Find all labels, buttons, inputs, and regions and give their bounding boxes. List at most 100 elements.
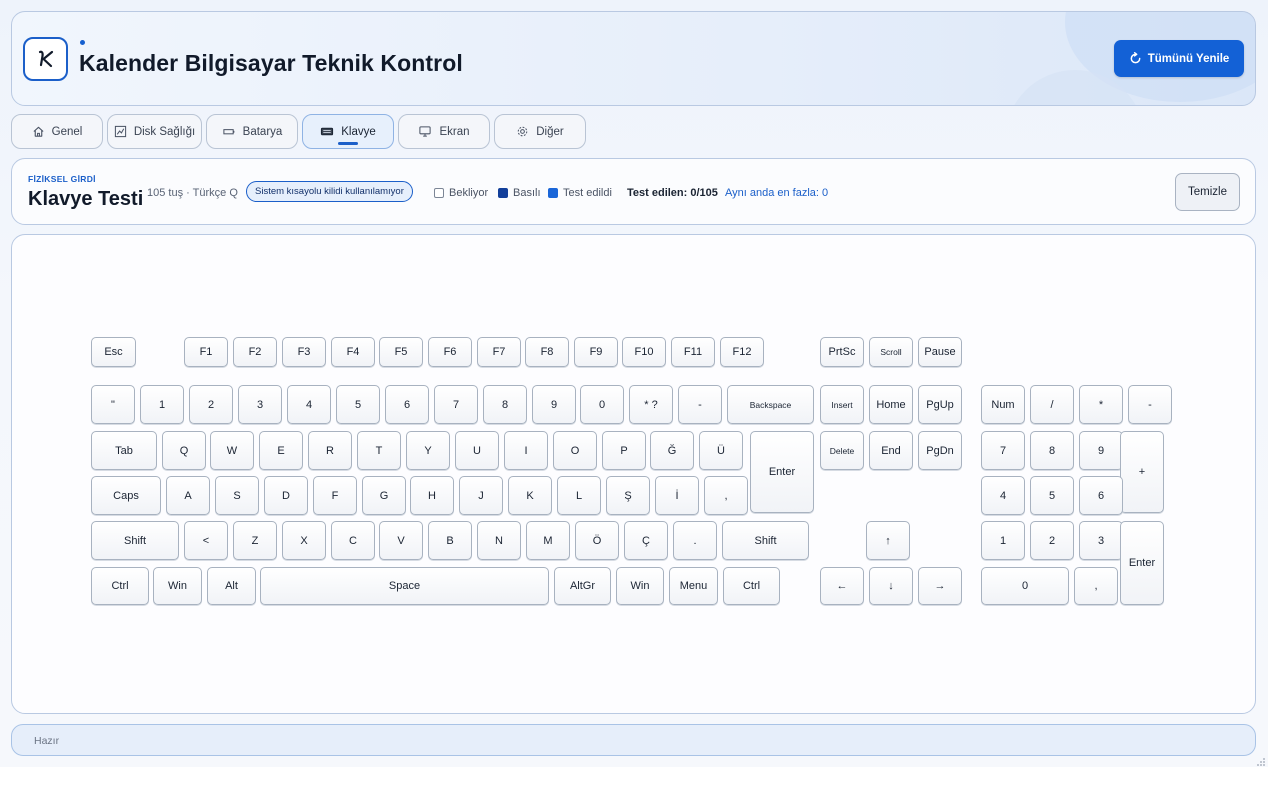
key-s-cedilla[interactable]: Ş <box>606 476 650 515</box>
key-caps[interactable]: Caps <box>91 476 161 515</box>
key-enter[interactable]: Enter <box>750 431 814 513</box>
key-e[interactable]: E <box>259 431 303 470</box>
key-delete[interactable]: Delete <box>820 431 864 470</box>
key-f4[interactable]: F4 <box>331 337 375 367</box>
key-altgr[interactable]: AltGr <box>554 567 611 605</box>
key-numpad-enter[interactable]: Enter <box>1120 521 1164 605</box>
key-w[interactable]: W <box>210 431 254 470</box>
key-v[interactable]: V <box>379 521 423 560</box>
key-n[interactable]: N <box>477 521 521 560</box>
key-t[interactable]: T <box>357 431 401 470</box>
key-4[interactable]: 4 <box>287 385 331 424</box>
tab-disk[interactable]: Disk Sağlığı <box>107 114 202 149</box>
key-less-than[interactable]: < <box>184 521 228 560</box>
key-numpad-subtract[interactable]: - <box>1128 385 1172 424</box>
key-esc[interactable]: Esc <box>91 337 136 367</box>
key-comma[interactable]: , <box>704 476 748 515</box>
tab-batarya[interactable]: Batarya <box>206 114 298 149</box>
key-arrow-left[interactable]: ← <box>820 567 864 605</box>
key-0[interactable]: 0 <box>580 385 624 424</box>
key-h[interactable]: H <box>410 476 454 515</box>
key-numpad-7[interactable]: 7 <box>981 431 1025 470</box>
key-numpad-9[interactable]: 9 <box>1079 431 1123 470</box>
key-s[interactable]: S <box>215 476 259 515</box>
key-arrow-up[interactable]: ↑ <box>866 521 910 560</box>
key-f12[interactable]: F12 <box>720 337 764 367</box>
key-6[interactable]: 6 <box>385 385 429 424</box>
tab-genel[interactable]: Genel <box>11 114 103 149</box>
key-right-ctrl[interactable]: Ctrl <box>723 567 780 605</box>
key-left-win[interactable]: Win <box>153 567 202 605</box>
key-menu[interactable]: Menu <box>669 567 718 605</box>
key-numpad-multiply[interactable]: * <box>1079 385 1123 424</box>
key-backspace[interactable]: Backspace <box>727 385 814 424</box>
key-numpad-6[interactable]: 6 <box>1079 476 1123 515</box>
key-arrow-right[interactable]: → <box>918 567 962 605</box>
key-alt[interactable]: Alt <box>207 567 256 605</box>
key-5[interactable]: 5 <box>336 385 380 424</box>
key-numpad-divide[interactable]: / <box>1030 385 1074 424</box>
key-1[interactable]: 1 <box>140 385 184 424</box>
key-left-shift[interactable]: Shift <box>91 521 179 560</box>
key-tab[interactable]: Tab <box>91 431 157 470</box>
key-8[interactable]: 8 <box>483 385 527 424</box>
key-numpad-add[interactable]: + <box>1120 431 1164 513</box>
key-m[interactable]: M <box>526 521 570 560</box>
key-numpad-5[interactable]: 5 <box>1030 476 1074 515</box>
key-a[interactable]: A <box>166 476 210 515</box>
key-o-umlaut[interactable]: Ö <box>575 521 619 560</box>
key-p[interactable]: P <box>602 431 646 470</box>
key-o[interactable]: O <box>553 431 597 470</box>
key-z[interactable]: Z <box>233 521 277 560</box>
key-x[interactable]: X <box>282 521 326 560</box>
key-numpad-decimal[interactable]: , <box>1074 567 1118 605</box>
key-i-dot[interactable]: İ <box>655 476 699 515</box>
key-9[interactable]: 9 <box>532 385 576 424</box>
key-numpad-0[interactable]: 0 <box>981 567 1069 605</box>
key-f5[interactable]: F5 <box>379 337 423 367</box>
key-period[interactable]: . <box>673 521 717 560</box>
resize-grip-icon[interactable] <box>1256 757 1266 767</box>
key-f9[interactable]: F9 <box>574 337 618 367</box>
key-u[interactable]: U <box>455 431 499 470</box>
key-quote[interactable]: " <box>91 385 135 424</box>
clear-button[interactable]: Temizle <box>1175 173 1240 211</box>
key-numpad-8[interactable]: 8 <box>1030 431 1074 470</box>
tab-klavye[interactable]: Klavye <box>302 114 394 149</box>
key-c[interactable]: C <box>331 521 375 560</box>
key-u-umlaut[interactable]: Ü <box>699 431 743 470</box>
key-end[interactable]: End <box>869 431 913 470</box>
key-right-shift[interactable]: Shift <box>722 521 809 560</box>
key-f7[interactable]: F7 <box>477 337 521 367</box>
key-scroll[interactable]: Scroll <box>869 337 913 367</box>
key-f[interactable]: F <box>313 476 357 515</box>
key-prtsc[interactable]: PrtSc <box>820 337 864 367</box>
key-f1[interactable]: F1 <box>184 337 228 367</box>
key-numpad-3[interactable]: 3 <box>1079 521 1123 560</box>
key-d[interactable]: D <box>264 476 308 515</box>
key-f11[interactable]: F11 <box>671 337 715 367</box>
key-numpad-4[interactable]: 4 <box>981 476 1025 515</box>
key-numpad-1[interactable]: 1 <box>981 521 1025 560</box>
key-7[interactable]: 7 <box>434 385 478 424</box>
key-pgdn[interactable]: PgDn <box>918 431 962 470</box>
key-k[interactable]: K <box>508 476 552 515</box>
key-numpad-2[interactable]: 2 <box>1030 521 1074 560</box>
key-f2[interactable]: F2 <box>233 337 277 367</box>
key-space[interactable]: Space <box>260 567 549 605</box>
key-numlock[interactable]: Num <box>981 385 1025 424</box>
key-f8[interactable]: F8 <box>525 337 569 367</box>
key-b[interactable]: B <box>428 521 472 560</box>
key-r[interactable]: R <box>308 431 352 470</box>
key-pause[interactable]: Pause <box>918 337 962 367</box>
tab-ekran[interactable]: Ekran <box>398 114 490 149</box>
key-q[interactable]: Q <box>162 431 206 470</box>
tab-diger[interactable]: Diğer <box>494 114 586 149</box>
key-y[interactable]: Y <box>406 431 450 470</box>
refresh-all-button[interactable]: Tümünü Yenile <box>1114 40 1244 77</box>
key-left-ctrl[interactable]: Ctrl <box>91 567 149 605</box>
key-pgup[interactable]: PgUp <box>918 385 962 424</box>
key-minus[interactable]: - <box>678 385 722 424</box>
key-g[interactable]: G <box>362 476 406 515</box>
key-g-breve[interactable]: Ğ <box>650 431 694 470</box>
